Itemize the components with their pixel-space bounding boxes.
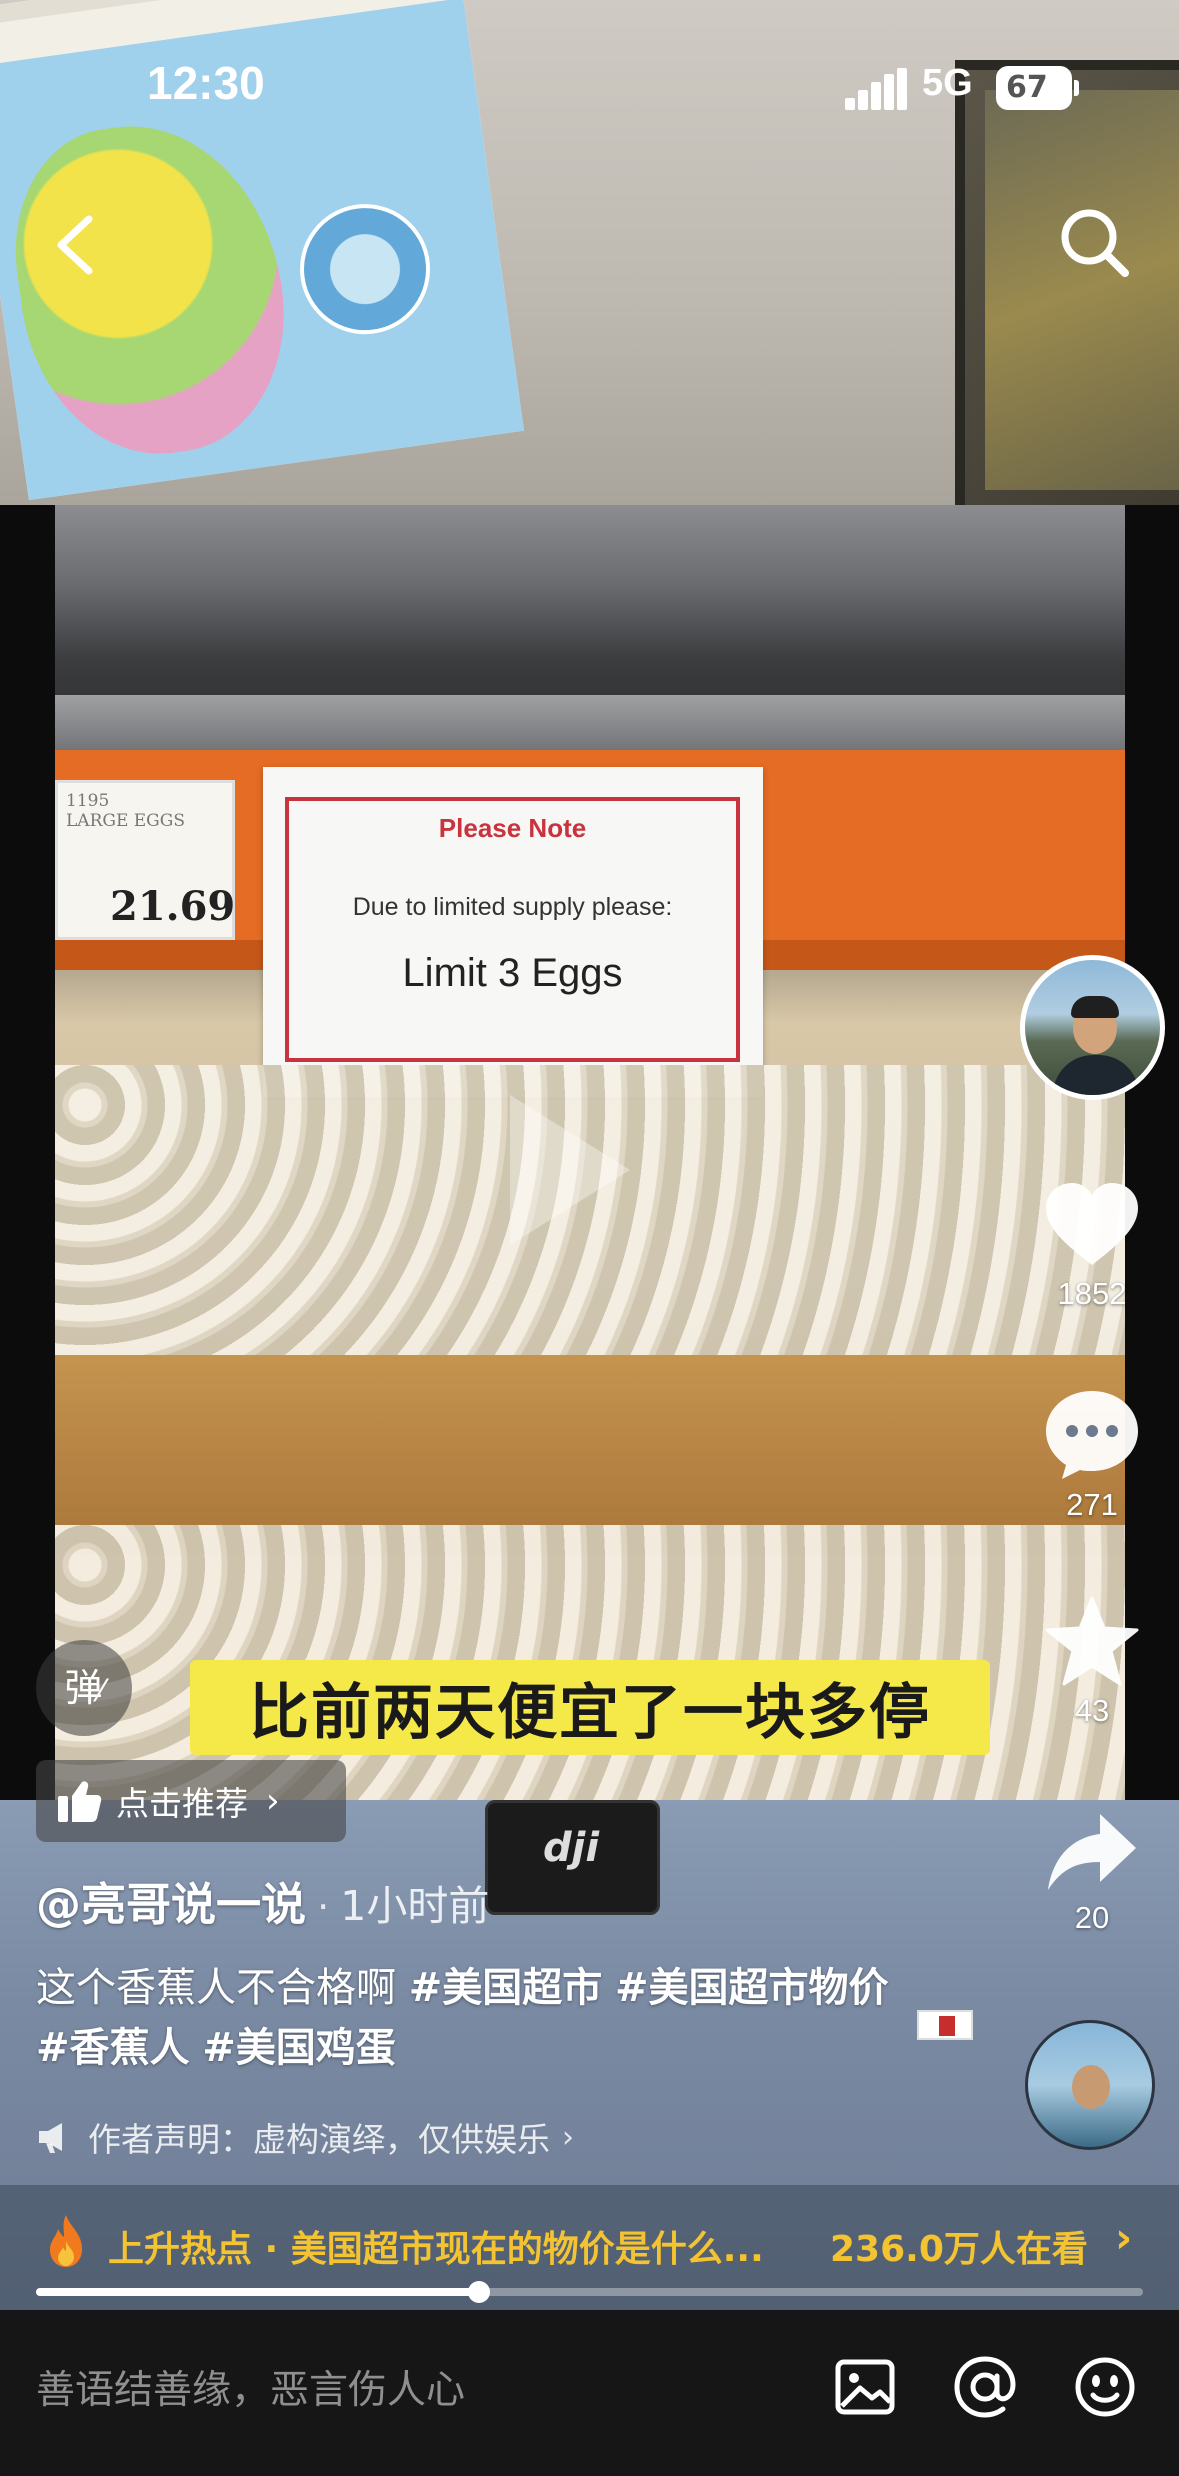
video-caption: 这个香蕉人不合格啊 #美国超市 #美国超市物价 #香蕉人 #美国鸡蛋 — [36, 1958, 926, 2078]
hashtag[interactable]: #美国超市物价 — [615, 1965, 889, 2011]
trending-viewers: 236.0万人在看 — [830, 2229, 1088, 2270]
favorite-count: 43 — [1074, 1693, 1110, 1728]
caption-text: 这个香蕉人不合格啊 — [36, 1965, 409, 2011]
signal-icon — [845, 68, 907, 110]
comment-count: 271 — [1066, 1487, 1118, 1522]
back-icon — [57, 215, 93, 275]
disclaimer-text: 作者声明：虚构演绎，仅供娱乐 — [88, 2120, 550, 2159]
recommend-label: 点击推荐 — [116, 1784, 248, 1823]
video-progress-fill — [36, 2288, 479, 2296]
star-icon — [1045, 1596, 1139, 1686]
comment-input[interactable] — [36, 2350, 796, 2430]
video-letterbox-left — [0, 505, 55, 1800]
video-subtitle: 比前两天便宜了一块多停 — [190, 1660, 990, 1755]
like-button[interactable]: 1852 — [1040, 1180, 1144, 1312]
hashtag[interactable]: #美国鸡蛋 — [202, 2025, 396, 2071]
shelf-beam — [55, 695, 1125, 755]
video-player[interactable]: 1195 LARGE EGGS 21.69 Please Note Due to… — [55, 505, 1125, 1800]
comment-button[interactable]: 271 — [1040, 1385, 1144, 1523]
danmaku-toggle[interactable]: 弹⁄ — [36, 1640, 132, 1736]
chevron-right-icon: › — [562, 2119, 574, 2155]
at-icon[interactable] — [950, 2352, 1020, 2422]
search-icon — [1061, 209, 1129, 277]
danmaku-label: 弹 — [64, 1666, 103, 1710]
video-progress-handle[interactable] — [467, 2281, 490, 2303]
flame-icon — [50, 2215, 82, 2267]
limit-sign: Please Note Due to limited supply please… — [263, 767, 763, 1097]
sign-limit: Limit 3 Eggs — [402, 951, 623, 995]
comment-icon — [1046, 1391, 1138, 1479]
search-button[interactable] — [1055, 203, 1135, 283]
author-line: @亮哥说一说 · 1小时前 — [36, 1878, 490, 1931]
trending-title: 上升热点 · 美国超市现在的物价是什么... — [108, 2229, 764, 2270]
post-time: 1小时前 — [340, 1882, 490, 1930]
favorite-button[interactable]: 43 — [1040, 1595, 1144, 1729]
author-disclaimer[interactable]: 作者声明：虚构演绎，仅供娱乐 › — [36, 2113, 574, 2161]
price-tag-small-text: 1195 LARGE EGGS — [66, 791, 185, 831]
play-icon — [510, 1095, 630, 1245]
emoji-icon[interactable] — [1070, 2352, 1140, 2422]
like-count: 1852 — [1057, 1276, 1127, 1311]
image-icon[interactable] — [830, 2352, 900, 2422]
chevron-right-icon: › — [1115, 2213, 1133, 2262]
thumbs-up-icon — [58, 1781, 102, 1822]
network-type: 5G — [922, 62, 973, 104]
share-button[interactable]: 20 — [1040, 1810, 1144, 1936]
recommend-button[interactable]: 点击推荐 › — [36, 1760, 346, 1842]
megaphone-icon — [39, 2123, 62, 2153]
share-icon — [1048, 1814, 1136, 1890]
price-tag: 1195 LARGE EGGS 21.69 — [55, 780, 235, 940]
heart-icon — [1046, 1183, 1138, 1265]
battery-level: 67 — [1006, 70, 1048, 105]
author-avatar[interactable] — [1020, 955, 1165, 1100]
price-tag-price: 21.69 — [110, 883, 236, 930]
back-button[interactable] — [45, 205, 105, 285]
hashtag[interactable]: #美国超市 — [409, 1965, 603, 2011]
music-disc[interactable] — [1025, 2020, 1155, 2150]
hashtag[interactable]: #香蕉人 — [36, 2025, 190, 2071]
video-progress-bar[interactable] — [36, 2281, 1143, 2303]
status-time: 12:30 — [147, 57, 265, 109]
battery-icon: 67 — [996, 66, 1079, 110]
comment-input-bar — [0, 2310, 1179, 2476]
share-count: 20 — [1074, 1900, 1110, 1935]
mic-device-image: dji — [485, 1800, 660, 1915]
chevron-right-icon: › — [266, 1781, 280, 1821]
author-name[interactable]: @亮哥说一说 — [36, 1878, 306, 1931]
sign-line: Due to limited supply please: — [352, 893, 673, 921]
sign-title: Please Note — [438, 813, 587, 843]
